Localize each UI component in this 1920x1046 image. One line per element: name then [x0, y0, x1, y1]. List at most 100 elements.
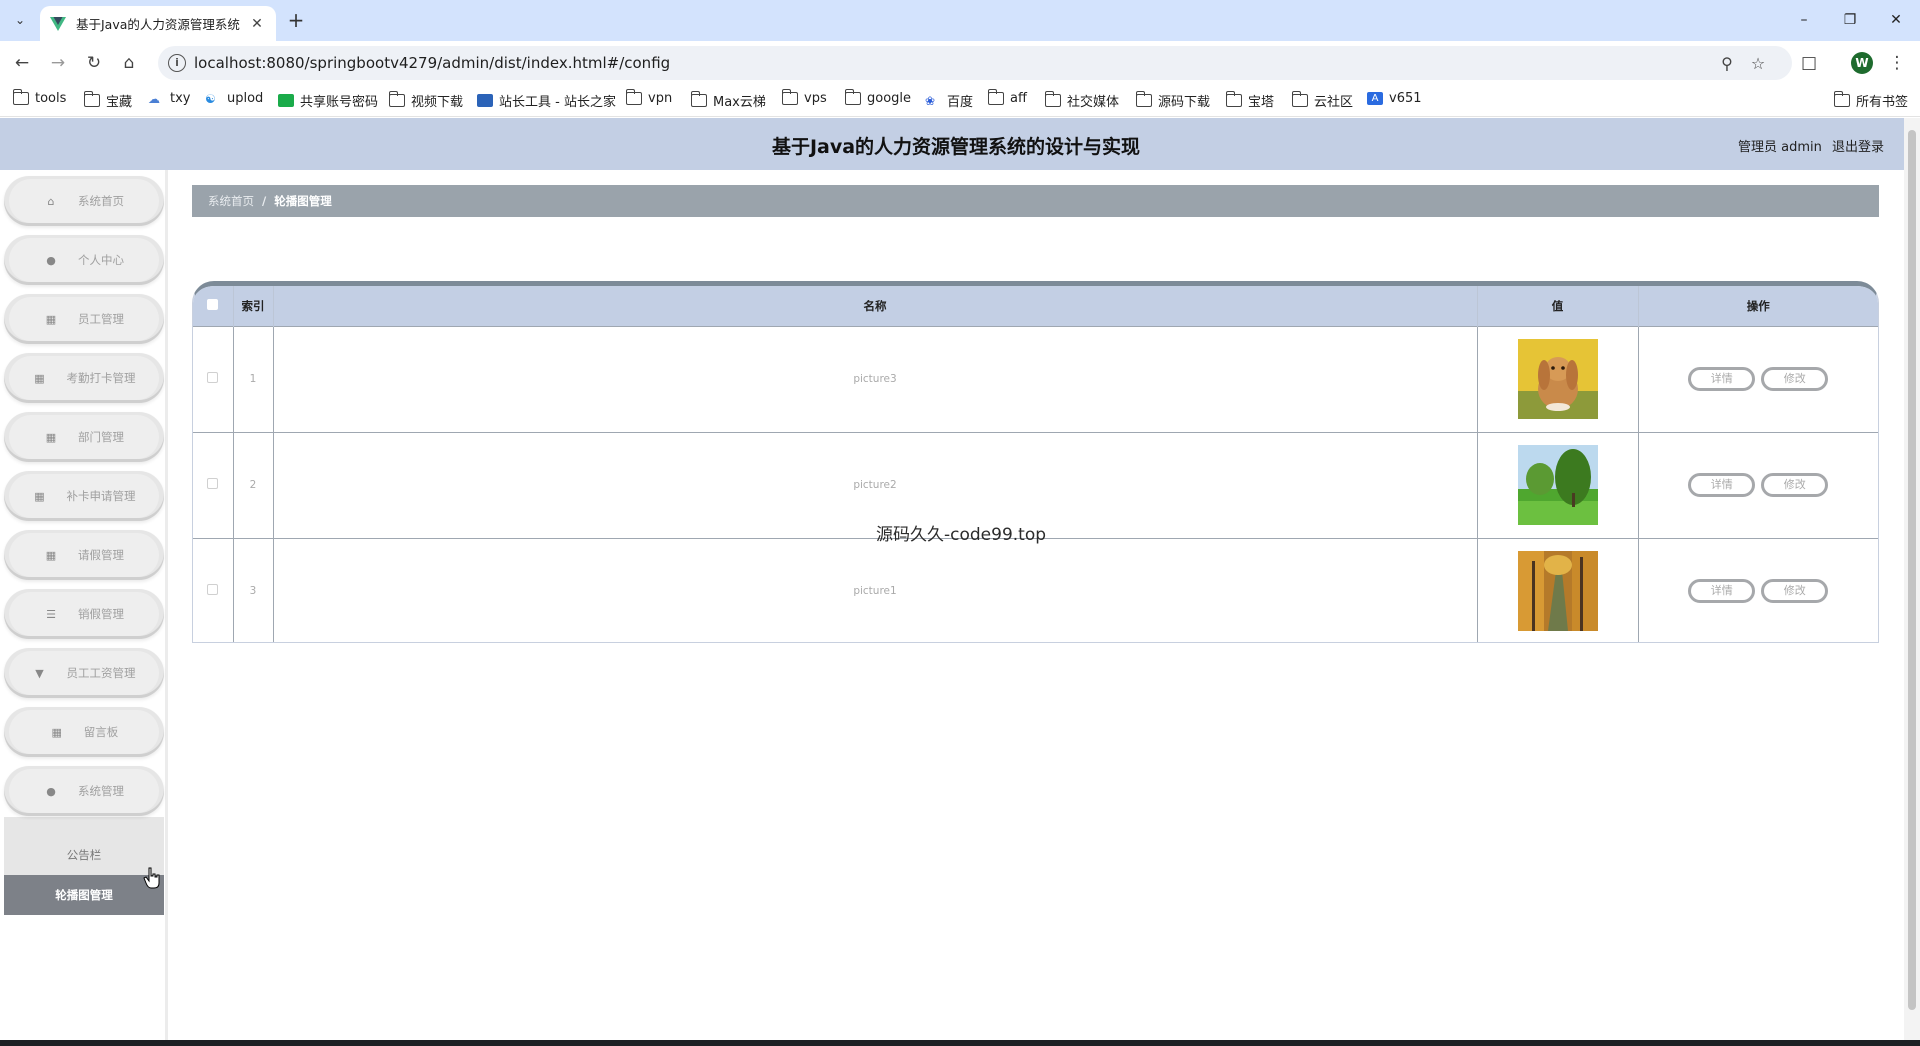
bookmark-item[interactable]: Max云梯 [690, 91, 766, 110]
detail-button[interactable]: 详情 [1688, 579, 1756, 604]
sidebar-item-departments[interactable]: ▦ 部门管理 [4, 412, 164, 462]
folder-icon [690, 91, 707, 107]
forward-icon[interactable]: → [46, 51, 70, 75]
folder-icon [987, 89, 1004, 105]
hand-cursor-icon [143, 867, 160, 889]
upload-site-icon: ☯ [205, 92, 216, 106]
user-area: 管理员 admin 退出登录 [1732, 136, 1884, 155]
system-submenu: 公告栏 轮播图管理 [4, 817, 164, 915]
sidebar-item-profile[interactable]: ● 个人中心 [4, 235, 164, 285]
bookmark-item[interactable]: vps [781, 89, 827, 106]
tab-close-icon[interactable]: ✕ [248, 16, 266, 32]
bookmark-item[interactable]: 宝塔 [1225, 91, 1274, 110]
bookmark-item[interactable]: google [844, 89, 911, 106]
logout-link[interactable]: 退出登录 [1832, 140, 1884, 155]
autumn-forest-image[interactable] [1517, 551, 1598, 632]
zoom-icon[interactable]: ⚲ [1717, 54, 1737, 74]
grid-icon: ▦ [45, 548, 57, 562]
user-icon: ● [46, 253, 56, 267]
all-bookmarks[interactable]: 所有书签 [1833, 91, 1908, 110]
sidebar-item-attendance[interactable]: ▦ 考勤打卡管理 [4, 353, 164, 403]
bookmark-item[interactable]: tools [12, 89, 66, 106]
site-info-icon[interactable]: i [168, 54, 186, 72]
folder-icon [12, 89, 29, 105]
folder-icon [625, 89, 642, 105]
url-text: localhost:8080/springbootv4279/admin/dis… [194, 54, 671, 72]
breadcrumb-separator: / [262, 194, 267, 208]
browser-tab[interactable]: 基于Java的人力资源管理系统的 ✕ [40, 6, 276, 41]
bookmark-item[interactable]: vpn [625, 89, 672, 106]
breadcrumb-current: 轮播图管理 [274, 194, 332, 208]
edit-button[interactable]: 修改 [1761, 473, 1829, 497]
bookmark-item[interactable]: 站长工具 - 站长之家 [477, 91, 616, 110]
bookmark-item[interactable]: Av651 [1367, 91, 1422, 106]
sidebar-item-salary[interactable]: ▼ 员工工资管理 [4, 648, 164, 698]
bookmark-item[interactable]: ❀ 百度 [925, 91, 973, 110]
page-scrollbar[interactable] [1904, 118, 1920, 1040]
app-header: 基于Java的人力资源管理系统的设计与实现 管理员 admin 退出登录 [0, 118, 1920, 170]
sidebar: ⌂ 系统首页 ● 个人中心 ▦ 员工管理 ▦ 考勤打卡管理 ▦ 部门管理 ▦ 补卡申请管理 … [0, 170, 168, 1040]
back-icon[interactable]: ← [10, 51, 34, 75]
detail-button[interactable]: 详情 [1688, 367, 1756, 391]
sidebar-item-makeup-card[interactable]: ▦ 补卡申请管理 [4, 471, 164, 521]
grid-icon: ▦ [34, 371, 45, 385]
submenu-item-notice[interactable]: 公告栏 [4, 835, 164, 875]
table-row: 1 picture3 详情 修改 [193, 325, 1878, 432]
edit-button[interactable]: 修改 [1761, 579, 1829, 604]
grid-icon: ▦ [34, 489, 45, 503]
browser-toolbar: ← → ↻ ⌂ i localhost:8080/springbootv4279… [0, 41, 1920, 85]
rabbit-image[interactable] [1517, 339, 1598, 419]
list-icon: ☰ [46, 607, 56, 621]
tab-list-chevron-icon[interactable]: ⌄ [8, 8, 32, 32]
grid-icon: ▦ [51, 725, 62, 739]
address-bar[interactable]: i localhost:8080/springbootv4279/admin/d… [158, 46, 1792, 80]
profile-avatar[interactable]: W [1851, 52, 1873, 74]
column-header-actions: 操作 [1638, 286, 1878, 326]
detail-button[interactable]: 详情 [1688, 473, 1756, 497]
sidebar-item-system[interactable]: ● 系统管理 [4, 766, 164, 816]
folder-icon [1135, 91, 1152, 107]
user-label: 管理员 admin [1737, 140, 1822, 155]
sidebar-item-home[interactable]: ⌂ 系统首页 [4, 176, 164, 226]
bookmark-item[interactable]: 宝藏 [83, 91, 132, 110]
window-close-icon[interactable]: ✕ [1873, 0, 1919, 40]
tab-title: 基于Java的人力资源管理系统的 [76, 17, 240, 32]
willow-tree-image[interactable] [1517, 445, 1598, 525]
row-name: picture2 [273, 431, 1478, 538]
table-header-row: 索引 名称 值 操作 [193, 286, 1878, 326]
folder-icon [1291, 91, 1308, 107]
column-header-value: 值 [1477, 286, 1639, 326]
home-icon[interactable]: ⌂ [117, 51, 141, 75]
submenu-item-carousel[interactable]: 轮播图管理 [4, 875, 164, 915]
scrollbar-thumb[interactable] [1908, 130, 1916, 1010]
bookmark-item[interactable]: 社交媒体 [1044, 91, 1119, 110]
shared-account-icon [278, 94, 294, 107]
bookmark-item[interactable]: 云社区 [1291, 91, 1353, 110]
bookmark-item[interactable]: 共享账号密码 [278, 91, 378, 110]
bookmark-item[interactable]: ☯ uplod [205, 91, 263, 106]
carousel-table: 索引 名称 值 操作 1 picture3 详情 修改 2 picture2 详… [192, 281, 1879, 643]
bookmark-item[interactable]: 源码下载 [1135, 91, 1210, 110]
user-icon: ● [46, 784, 56, 798]
browser-menu-icon[interactable]: ⋮ [1885, 51, 1909, 75]
column-header-index: 索引 [233, 286, 274, 326]
minimize-icon[interactable]: – [1781, 0, 1827, 40]
row-checkbox[interactable] [207, 478, 219, 489]
restore-icon[interactable]: ❐ [1827, 0, 1873, 40]
edit-button[interactable]: 修改 [1761, 367, 1829, 391]
bookmark-item[interactable]: ☁ txy [148, 91, 190, 106]
sidebar-item-leave[interactable]: ▦ 请假管理 [4, 530, 164, 580]
bookmark-item[interactable]: 视频下载 [388, 91, 463, 110]
row-checkbox[interactable] [207, 372, 219, 383]
select-all-checkbox[interactable] [207, 298, 219, 310]
bookmark-star-icon[interactable]: ☆ [1748, 54, 1768, 74]
new-tab-icon[interactable]: + [284, 9, 308, 33]
reload-icon[interactable]: ↻ [82, 51, 106, 75]
bookmark-item[interactable]: aff [987, 89, 1027, 106]
extensions-icon[interactable]: □ [1797, 51, 1821, 75]
sidebar-item-message-board[interactable]: ▦ 留言板 [4, 707, 164, 757]
row-checkbox[interactable] [207, 584, 219, 596]
breadcrumb-home[interactable]: 系统首页 [208, 193, 254, 209]
sidebar-item-leave-cancel[interactable]: ☰ 销假管理 [4, 589, 164, 639]
sidebar-item-employees[interactable]: ▦ 员工管理 [4, 294, 164, 344]
